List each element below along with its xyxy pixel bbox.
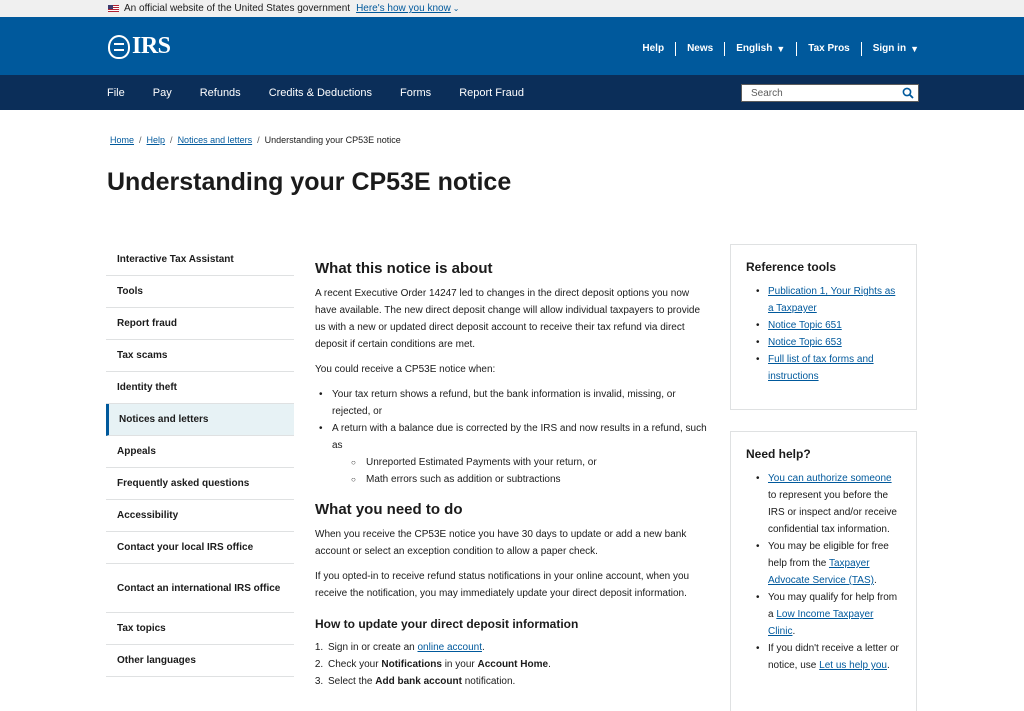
sidebar-item-other-languages[interactable]: Other languages — [106, 645, 294, 677]
sidebar-item-interactive-tax-assistant[interactable]: Interactive Tax Assistant — [106, 244, 294, 276]
breadcrumb: Home / Help / Notices and letters / Unde… — [110, 135, 401, 145]
list-item: You may be eligible for free help from t… — [746, 538, 901, 589]
nav-refunds[interactable]: Refunds — [200, 87, 241, 99]
step-item: Sign in or create an online account. — [326, 639, 710, 656]
list-item: Publication 1, Your Rights as a Taxpayer — [746, 283, 901, 317]
chevron-down-icon: ▼ — [776, 44, 786, 54]
util-tax-pros-link[interactable]: Tax Pros — [797, 42, 862, 56]
sidebar-item-report-fraud[interactable]: Report fraud — [106, 308, 294, 340]
paragraph: When you receive the CP53E notice you ha… — [315, 529, 687, 557]
irs-logo[interactable]: IRS — [108, 33, 171, 60]
utility-nav: Help News English ▼ Tax Pros Sign in ▼ — [631, 42, 919, 56]
section-heading-what-to-do: What you need to do — [315, 501, 463, 518]
breadcrumb-separator: / — [257, 135, 260, 145]
sidebar-item-tax-scams[interactable]: Tax scams — [106, 340, 294, 372]
sidebar-item-appeals[interactable]: Appeals — [106, 436, 294, 468]
list-item: Math errors such as addition or subtract… — [349, 471, 710, 488]
reference-tools-title: Reference tools — [746, 260, 837, 274]
list-item: Notice Topic 653 — [746, 334, 901, 351]
list-item: Notice Topic 651 — [746, 317, 901, 334]
step-item: Select the Add bank account notification… — [326, 673, 710, 690]
notice-topic-651-link[interactable]: Notice Topic 651 — [768, 320, 842, 331]
need-help-title: Need help? — [746, 447, 811, 461]
breadcrumb-separator: / — [170, 135, 173, 145]
reference-tools-list: Publication 1, Your Rights as a Taxpayer… — [746, 283, 901, 385]
eagle-icon — [108, 34, 130, 59]
section-heading-about: What this notice is about — [315, 260, 493, 277]
paragraph: A recent Executive Order 14247 led to ch… — [315, 288, 701, 350]
tax-forms-list-link[interactable]: Full list of tax forms and instructions — [768, 354, 874, 382]
breadcrumb-separator: / — [139, 135, 142, 145]
need-help-list: You can authorize someone to represent y… — [746, 470, 901, 674]
nav-file[interactable]: File — [107, 87, 125, 99]
sidebar-item-faq[interactable]: Frequently asked questions — [106, 468, 294, 500]
reference-tools-box: Reference tools Publication 1, Your Righ… — [730, 244, 917, 410]
chevron-down-icon: ⌄ — [452, 4, 460, 13]
util-sign-in-dropdown[interactable]: Sign in ▼ — [862, 42, 919, 56]
search-box — [741, 84, 919, 102]
nav-credits-deductions[interactable]: Credits & Deductions — [269, 87, 372, 99]
step-item: Check your Notifications in your Account… — [326, 656, 710, 673]
nav-pay[interactable]: Pay — [153, 87, 172, 99]
litc-link[interactable]: Low Income Taxpayer Clinic — [768, 609, 873, 637]
breadcrumb-help[interactable]: Help — [147, 135, 166, 145]
sidebar-item-contact-international-office[interactable]: Contact an international IRS office — [106, 564, 294, 613]
nav-forms[interactable]: Forms — [400, 87, 431, 99]
gov-banner-text: An official website of the United States… — [124, 3, 351, 14]
breadcrumb-notices[interactable]: Notices and letters — [178, 135, 253, 145]
bullet-list: Your tax return shows a refund, but the … — [315, 386, 710, 488]
breadcrumb-current: Understanding your CP53E notice — [264, 135, 401, 145]
sidebar-item-notices-and-letters[interactable]: Notices and letters — [106, 404, 294, 436]
sidebar-item-contact-local-office[interactable]: Contact your local IRS office — [106, 532, 294, 564]
list-item: You can authorize someone to represent y… — [746, 470, 901, 538]
list-item: If you didn't receive a letter or notice… — [746, 640, 901, 674]
list-item: You may qualify for help from a Low Inco… — [746, 589, 901, 640]
search-input[interactable] — [742, 85, 897, 101]
util-news-link[interactable]: News — [676, 42, 726, 56]
util-language-dropdown[interactable]: English ▼ — [725, 42, 798, 56]
nav-report-fraud[interactable]: Report Fraud — [459, 87, 524, 99]
publication-1-link[interactable]: Publication 1, Your Rights as a Taxpayer — [768, 286, 895, 314]
list-item: Full list of tax forms and instructions — [746, 351, 901, 385]
sub-list: Unreported Estimated Payments with your … — [332, 454, 710, 488]
sidebar-item-tax-topics[interactable]: Tax topics — [106, 613, 294, 645]
need-help-box: Need help? You can authorize someone to … — [730, 431, 917, 711]
search-icon[interactable] — [902, 87, 914, 99]
paragraph: If you opted-in to receive refund status… — [315, 571, 690, 599]
heres-how-you-know-link[interactable]: Here's how you know — [356, 3, 451, 14]
list-item: Your tax return shows a refund, but the … — [315, 386, 710, 420]
site-header: IRS Help News English ▼ Tax Pros Sign in ▼ — [0, 17, 1024, 75]
chevron-down-icon: ▼ — [910, 44, 919, 54]
main-content: What this notice is about A recent Execu… — [315, 259, 710, 690]
list-item: A return with a balance due is corrected… — [315, 420, 710, 488]
util-help-link[interactable]: Help — [631, 42, 677, 56]
sidebar-nav: Interactive Tax Assistant Tools Report f… — [106, 244, 294, 677]
steps-list: Sign in or create an online account. Che… — [326, 639, 710, 690]
gov-banner: An official website of the United States… — [0, 0, 1024, 17]
main-nav: File Pay Refunds Credits & Deductions Fo… — [0, 75, 1024, 110]
logo-text: IRS — [132, 33, 171, 59]
let-us-help-you-link[interactable]: Let us help you — [819, 660, 887, 671]
sidebar-item-accessibility[interactable]: Accessibility — [106, 500, 294, 532]
breadcrumb-home[interactable]: Home — [110, 135, 134, 145]
paragraph: You could receive a CP53E notice when: — [315, 364, 496, 375]
us-flag-icon — [108, 5, 119, 12]
section-heading-how-to-update: How to update your direct deposit inform… — [315, 617, 579, 631]
page-title: Understanding your CP53E notice — [107, 168, 512, 196]
list-item: Unreported Estimated Payments with your … — [349, 454, 710, 471]
notice-topic-653-link[interactable]: Notice Topic 653 — [768, 337, 842, 348]
authorize-someone-link[interactable]: You can authorize someone — [768, 473, 892, 484]
sidebar-item-tools[interactable]: Tools — [106, 276, 294, 308]
online-account-link[interactable]: online account — [418, 642, 483, 653]
sidebar-item-identity-theft[interactable]: Identity theft — [106, 372, 294, 404]
